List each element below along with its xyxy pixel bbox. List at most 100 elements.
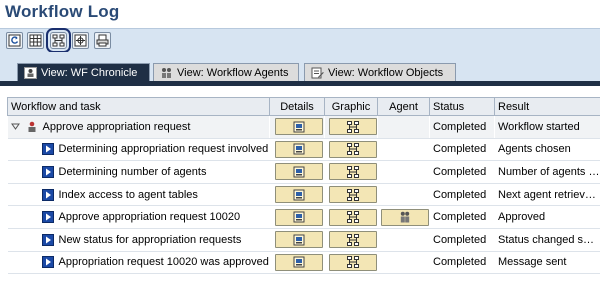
print-icon	[96, 34, 109, 47]
tab-label: View: Workflow Objects	[328, 66, 444, 79]
result-cell: Number of agents d...	[494, 160, 600, 184]
objects-icon	[311, 67, 324, 79]
column-header-result[interactable]: Result	[494, 97, 600, 116]
task-cell: New status for appropriation requests	[7, 228, 270, 252]
table-row[interactable]: Determining number of agents Completed N…	[7, 160, 600, 184]
details-button[interactable]	[274, 253, 323, 271]
graphic-button[interactable]	[328, 208, 377, 226]
status-cell: Completed	[429, 183, 495, 207]
graphic-icon	[346, 188, 359, 201]
details-icon	[293, 256, 305, 268]
tab-label: View: WF Chronicle	[41, 66, 138, 79]
table-row[interactable]: Approve appropriation request 10020 Comp…	[7, 205, 600, 229]
task-label: Determining number of agents	[58, 165, 207, 178]
graphic-icon	[346, 165, 359, 178]
task-cell: Approve appropriation request	[7, 115, 270, 139]
tab-workflow-objects[interactable]: View: Workflow Objects	[304, 63, 456, 81]
task-label: Approve appropriation request 10020	[58, 211, 241, 224]
status-cell: Completed	[429, 138, 495, 162]
result-cell: Workflow started	[494, 115, 600, 139]
tab-baseline	[0, 81, 600, 86]
tab-wf-chronicle[interactable]: View: WF Chronicle	[17, 63, 150, 81]
task-label: Approve appropriation request	[42, 120, 191, 133]
column-header-graphic[interactable]: Graphic	[324, 97, 378, 116]
table-row[interactable]: Appropriation request 10020 was approved…	[7, 251, 600, 275]
step-icon	[41, 165, 54, 178]
table-row[interactable]: New status for appropriation requests Co…	[7, 228, 600, 252]
details-button[interactable]	[274, 140, 323, 158]
details-icon	[293, 143, 305, 155]
task-cell: Appropriation request 10020 was approved…	[7, 251, 270, 275]
graphic-button[interactable]	[328, 140, 377, 158]
graphic-view-button[interactable]	[46, 28, 71, 53]
status-cell: Completed	[429, 251, 495, 275]
table-icon	[29, 34, 42, 47]
column-header-status[interactable]: Status	[429, 97, 495, 116]
refresh-icon	[8, 34, 21, 47]
refresh-button[interactable]	[6, 32, 23, 49]
table-row[interactable]: Determining appropriation request involv…	[7, 138, 600, 162]
status-cell: Completed	[429, 115, 495, 139]
graphic-icon	[346, 233, 359, 246]
step-icon	[41, 256, 54, 269]
column-header-agent[interactable]: Agent	[377, 97, 430, 116]
task-label: Index access to agent tables	[58, 188, 198, 201]
details-button[interactable]	[274, 163, 323, 181]
details-button[interactable]	[274, 231, 323, 249]
graphic-button[interactable]	[328, 118, 377, 136]
status-cell: Completed	[429, 160, 495, 184]
graphic-icon	[346, 143, 359, 156]
details-button[interactable]	[274, 186, 323, 204]
details-icon	[293, 234, 305, 246]
step-icon	[41, 143, 54, 156]
step-icon	[41, 188, 54, 201]
step-icon	[41, 211, 54, 224]
task-cell: Approve appropriation request 10020	[7, 205, 270, 229]
page-title: Workflow Log	[5, 2, 120, 21]
graphic-icon	[346, 120, 359, 133]
task-label: Appropriation request 10020 was approved…	[58, 256, 270, 269]
workflow-grid: Workflow and task Details Graphic Agent …	[7, 97, 600, 282]
graphic-button[interactable]	[328, 231, 377, 249]
agents-icon	[399, 211, 411, 223]
task-label: Determining appropriation request involv…	[58, 143, 269, 156]
tab-strip: View: WF Chronicle View: Workflow Agents…	[0, 52, 600, 86]
graphic-icon	[346, 211, 359, 224]
column-header-task[interactable]: Workflow and task	[7, 97, 270, 116]
details-button[interactable]	[274, 208, 323, 226]
result-cell: Next agent retrieved ...	[494, 183, 600, 207]
task-cell: Determining number of agents	[7, 160, 270, 184]
details-button[interactable]	[274, 118, 323, 136]
tab-label: View: Workflow Agents	[177, 66, 289, 79]
graphic-button[interactable]	[328, 163, 377, 181]
status-cell: Completed	[429, 205, 495, 229]
table-view-button[interactable]	[27, 32, 44, 49]
chronicle-icon	[24, 66, 37, 79]
collapse-icon[interactable]	[10, 122, 20, 131]
details-icon	[293, 211, 305, 223]
title-bar: Workflow Log	[0, 0, 600, 28]
task-cell: Determining appropriation request involv…	[7, 138, 270, 162]
column-header-details[interactable]: Details	[269, 97, 325, 116]
graphic-icon	[346, 256, 359, 269]
details-icon	[293, 189, 305, 201]
graphic-button[interactable]	[328, 186, 377, 204]
graphic-button[interactable]	[328, 253, 377, 271]
result-cell: Approved	[494, 205, 600, 229]
task-cell: Index access to agent tables	[7, 183, 270, 207]
tab-workflow-agents[interactable]: View: Workflow Agents	[153, 63, 299, 81]
settings-button[interactable]	[72, 32, 89, 49]
task-label: New status for appropriation requests	[58, 233, 242, 246]
grid-header: Workflow and task Details Graphic Agent …	[7, 97, 600, 116]
graphic-icon	[52, 34, 65, 47]
details-icon	[293, 121, 305, 133]
agents-icon	[160, 67, 173, 79]
details-icon	[293, 166, 305, 178]
agent-button[interactable]	[381, 208, 429, 226]
table-row[interactable]: Index access to agent tables Completed N…	[7, 183, 600, 207]
toolbar	[0, 28, 600, 53]
step-icon	[41, 233, 54, 246]
print-button[interactable]	[94, 32, 111, 49]
result-cell: Message sent	[494, 251, 600, 275]
table-row[interactable]: Approve appropriation request Completed …	[7, 115, 600, 139]
